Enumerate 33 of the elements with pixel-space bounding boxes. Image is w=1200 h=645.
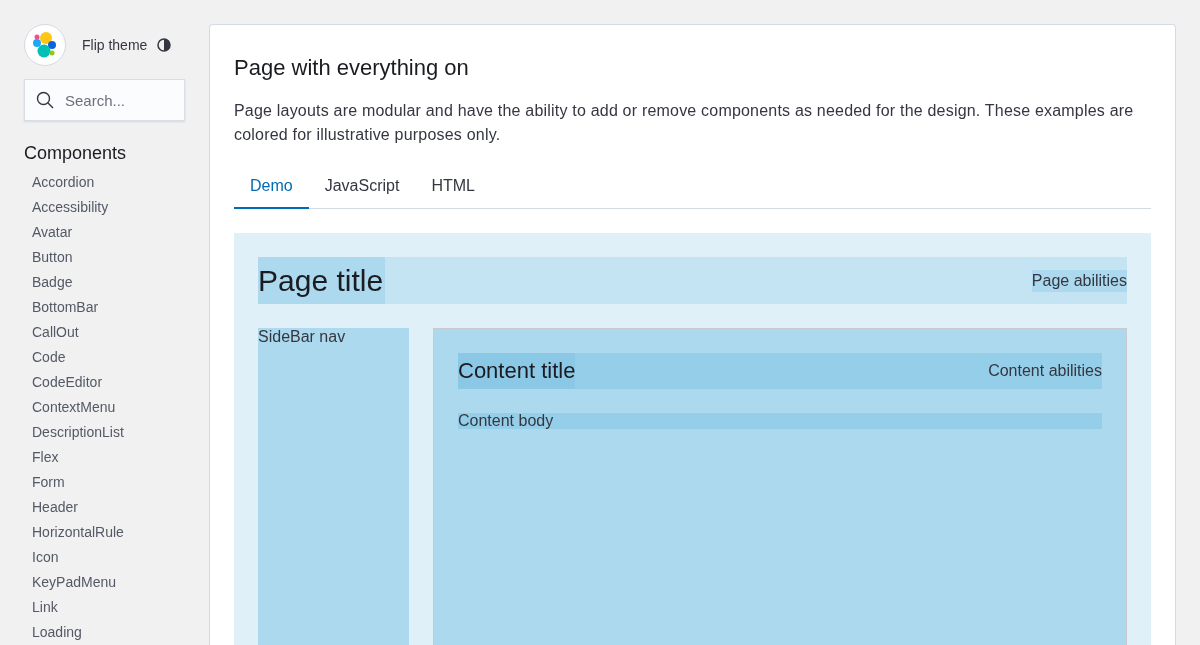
nav-link[interactable]: ContextMenu bbox=[24, 395, 185, 420]
page-abilities: Page abilities bbox=[1031, 269, 1127, 292]
tab[interactable]: HTML bbox=[415, 167, 491, 209]
description-text: Page layouts are modular and have the ability to add or remove components as needed for the design. These examples are colored for illustrative purposes only. bbox=[234, 101, 1135, 145]
tab[interactable]: Demo bbox=[234, 167, 309, 209]
nav-link[interactable]: KeyPadMenu bbox=[24, 570, 185, 595]
nav-link[interactable]: Button bbox=[24, 245, 185, 270]
content-abilities: Content abilities bbox=[988, 362, 1102, 380]
sidebar-nav: SideBar nav bbox=[258, 328, 409, 645]
nav-link[interactable]: Loading bbox=[24, 620, 185, 645]
section-title: Components bbox=[24, 143, 128, 164]
search-field[interactable]: Search... bbox=[24, 79, 185, 121]
nav-link[interactable]: Avatar bbox=[24, 220, 185, 245]
content-body: Content body bbox=[458, 413, 1102, 429]
nav-link[interactable]: Code bbox=[24, 345, 185, 370]
nav-link[interactable]: DescriptionList bbox=[24, 420, 185, 445]
nav-link[interactable]: Badge bbox=[24, 270, 185, 295]
nav-link[interactable]: HorizontalRule bbox=[24, 520, 185, 545]
nav-link[interactable]: Flex bbox=[24, 445, 185, 470]
flip-theme-toggle[interactable]: Flip theme bbox=[82, 36, 172, 53]
nav-link[interactable]: Form bbox=[24, 470, 185, 495]
nav-link[interactable]: Accordion bbox=[24, 170, 185, 195]
nav-link[interactable]: CodeEditor bbox=[24, 370, 185, 395]
nav-link[interactable]: Header bbox=[24, 495, 185, 520]
page-title: Page title bbox=[258, 257, 386, 304]
nav-link[interactable]: BottomBar bbox=[24, 295, 185, 320]
nav-link[interactable]: Link bbox=[24, 595, 185, 620]
tab[interactable]: JavaScript bbox=[308, 167, 416, 209]
nav-link[interactable]: Accessibility bbox=[24, 195, 185, 220]
nav-link[interactable]: Icon bbox=[24, 545, 185, 570]
content-title: Content title bbox=[458, 353, 576, 389]
page-heading: Page with everything on bbox=[234, 55, 470, 81]
nav-link[interactable]: CallOut bbox=[24, 320, 185, 345]
